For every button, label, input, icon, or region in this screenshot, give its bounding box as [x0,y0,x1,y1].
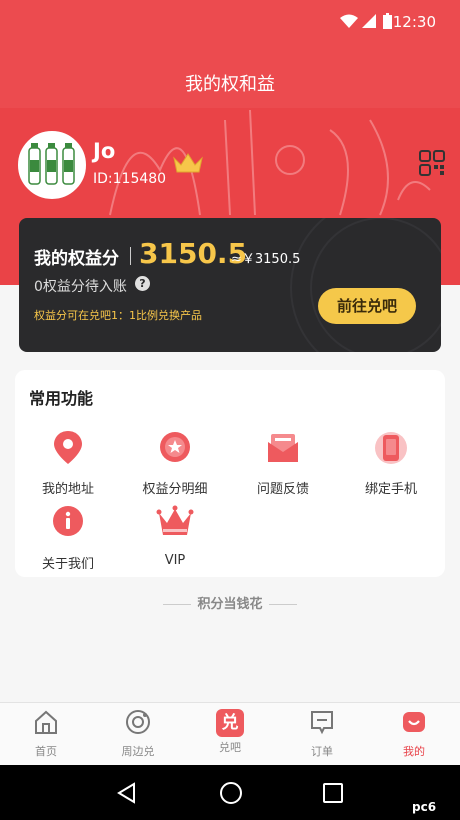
function-bind-phone[interactable]: 绑定手机 [341,428,441,497]
status-bar: 12:30 [0,0,460,44]
home-circle-icon[interactable] [219,781,243,805]
go-duiba-button[interactable]: 前往兑吧 [318,288,416,324]
user-name: Jo [93,139,116,163]
pending-points: 0权益分待入账 [34,279,127,295]
wifi-icon [340,14,358,28]
function-label: 问题反馈 [256,482,309,497]
function-label: 关于我们 [41,557,94,572]
qr-code-icon[interactable] [419,150,445,176]
points-card: 我的权益分 3150.5 ≈￥3150.5 0权益分待入账 ? 权益分可在兑吧1… [19,218,441,352]
avatar[interactable] [18,131,86,199]
card-decoration [290,218,441,352]
function-about-us[interactable]: 关于我们 [18,503,118,572]
function-label: VIP [164,553,186,568]
points-divider [130,247,131,265]
slogan: 积分当钱花 [0,593,460,612]
nav-nearby[interactable]: 周边兑 [92,709,184,759]
crown-icon [173,153,203,173]
recents-icon[interactable] [322,782,344,804]
location-pin-icon [54,431,82,464]
phone-icon [375,432,407,464]
help-icon[interactable]: ? [135,276,150,291]
system-navigation-bar [0,765,460,820]
exchange-note: 权益分可在兑吧1：1比例兑换产品 [34,309,202,322]
common-functions-panel: 常用功能 我的地址 权益分明细 问题反馈 绑定手机 关于我们 VIP [15,370,445,577]
function-label: 绑定手机 [364,482,417,497]
slogan-line-left [163,604,192,605]
functions-heading: 常用功能 [29,389,94,408]
nav-mine[interactable]: 我的 [368,709,460,759]
nav-label: 我的 [403,745,425,758]
nav-orders[interactable]: 订单 [276,709,368,759]
function-my-address[interactable]: 我的地址 [18,428,118,497]
nav-label: 兑吧 [219,741,241,754]
crown-icon [156,505,194,535]
nav-duiba[interactable]: 兑 兑吧 [184,709,276,755]
points-approx-value: ≈￥3150.5 [231,252,301,267]
status-time: 12:30 [392,13,436,31]
envelope-icon [268,434,298,462]
back-icon[interactable] [116,782,138,804]
avatar-image [28,143,75,185]
bottom-navigation: 首页 周边兑 兑 兑吧 订单 我的 [0,702,460,765]
smile-bag-icon [403,712,425,732]
nav-label: 订单 [311,745,333,758]
duiba-icon: 兑 [216,709,244,737]
signal-icon [362,14,376,28]
function-points-detail[interactable]: 权益分明细 [125,428,225,497]
home-icon [35,710,57,734]
nav-label: 首页 [35,745,57,758]
page-title: 我的权和益 [185,74,275,95]
slogan-line-right [268,604,297,605]
watermark: pc6 [412,800,437,814]
nav-home[interactable]: 首页 [0,709,92,759]
nav-label: 周边兑 [121,745,155,758]
function-label: 我的地址 [41,482,94,497]
slogan-text: 积分当钱花 [197,597,263,612]
function-label: 权益分明细 [142,482,208,497]
target-icon [126,710,150,734]
user-id: ID:115480 [93,171,167,187]
function-vip[interactable]: VIP [125,503,225,568]
order-icon [311,711,333,735]
function-feedback[interactable]: 问题反馈 [233,428,333,497]
star-badge-icon [160,432,190,462]
points-label: 我的权益分 [34,249,119,269]
info-icon [53,506,83,536]
battery-icon [383,13,392,29]
